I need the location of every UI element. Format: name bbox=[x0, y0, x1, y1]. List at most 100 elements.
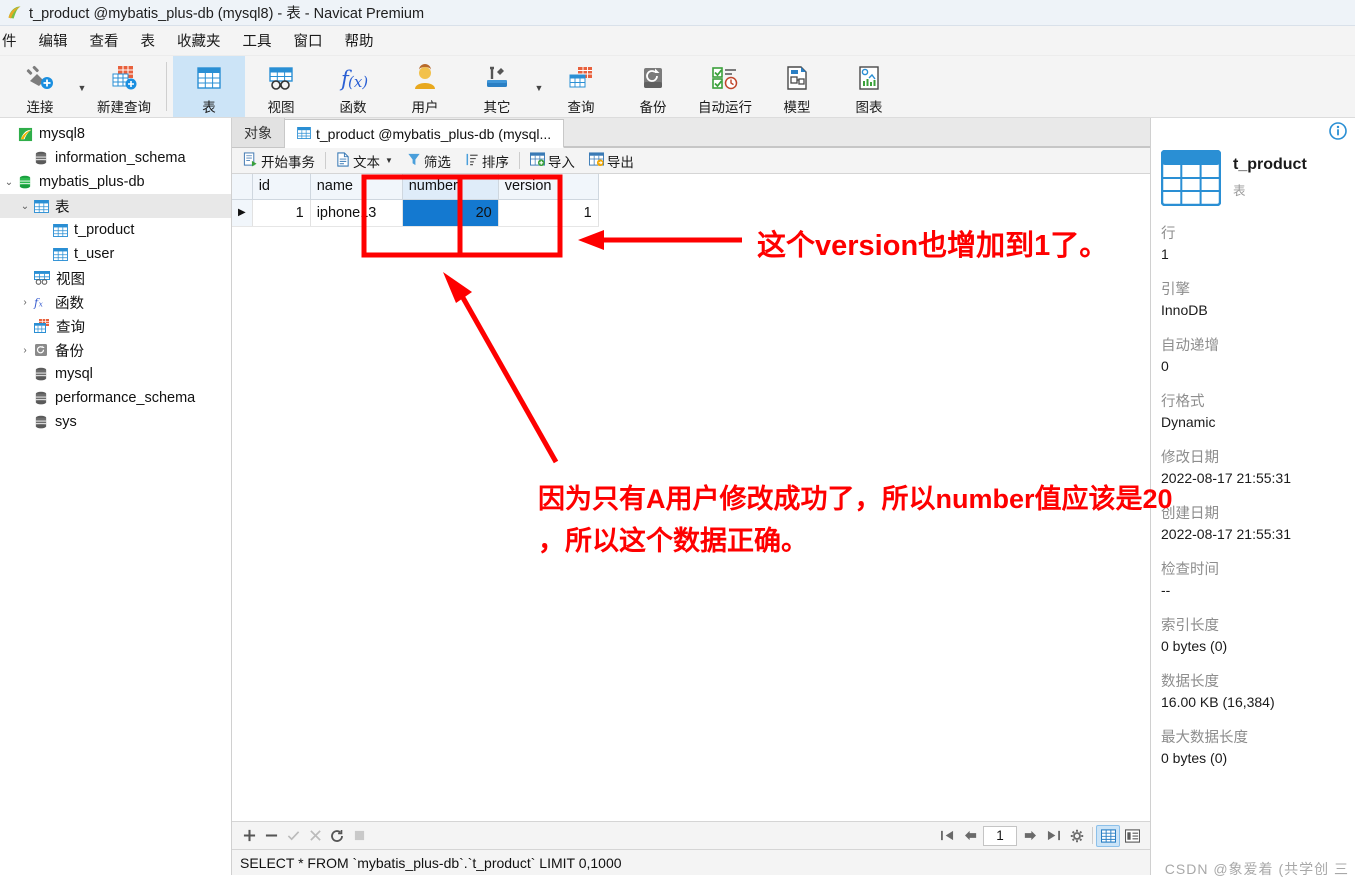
info-field-value: 0 bytes (0) bbox=[1161, 638, 1228, 654]
begin-transaction-icon bbox=[243, 151, 258, 170]
filter-button[interactable]: 筛选 bbox=[400, 149, 458, 173]
data-grid[interactable]: id name number version ▶ 1 iphone13 20 1 bbox=[232, 174, 599, 227]
last-page-icon[interactable] bbox=[1041, 825, 1065, 847]
twisty-expanded-icon[interactable]: ⌄ bbox=[2, 177, 16, 188]
info-circle-icon[interactable] bbox=[1329, 122, 1347, 145]
stop-icon[interactable] bbox=[348, 825, 370, 847]
gear-icon[interactable] bbox=[1065, 825, 1089, 847]
sidebar-item-sys[interactable]: sys bbox=[0, 410, 231, 434]
sidebar-item-t-product[interactable]: t_product bbox=[0, 218, 231, 242]
data-grid-container[interactable]: id name number version ▶ 1 iphone13 20 1 bbox=[232, 174, 1150, 821]
first-page-icon[interactable] bbox=[935, 825, 959, 847]
next-page-icon[interactable] bbox=[1017, 825, 1041, 847]
sidebar-item-label: t_user bbox=[74, 246, 115, 262]
toolbar-button-function[interactable]: f (x) 函数 bbox=[317, 56, 389, 117]
cell-name[interactable]: iphone13 bbox=[310, 199, 403, 227]
toolbar-button-backup[interactable]: 备份 bbox=[617, 56, 689, 117]
cancel-change-icon[interactable] bbox=[304, 825, 326, 847]
tab-t-product[interactable]: t_product @mybatis_plus-db (mysql... bbox=[285, 119, 565, 148]
twisty-expanded-icon[interactable]: ⌄ bbox=[18, 201, 32, 212]
navigation-sidebar[interactable]: mysql8 information_schema ⌄ mybatis_plus… bbox=[0, 118, 232, 875]
cell-id[interactable]: 1 bbox=[252, 199, 311, 227]
export-button[interactable]: 导出 bbox=[582, 149, 641, 173]
toolbar-button-connection[interactable]: 连接 bbox=[4, 56, 76, 117]
sidebar-item-t-user[interactable]: t_user bbox=[0, 242, 231, 266]
toolbar-button-model[interactable]: 模型 bbox=[761, 56, 833, 117]
chevron-down-icon[interactable]: ▼ bbox=[385, 156, 393, 165]
column-header-number[interactable]: number bbox=[402, 174, 499, 200]
sidebar-item-mysql8[interactable]: mysql8 bbox=[0, 122, 231, 146]
menu-item-file[interactable]: 件 bbox=[0, 27, 28, 54]
add-record-icon[interactable] bbox=[238, 825, 260, 847]
others-dropdown-caret[interactable]: ▼ bbox=[533, 83, 545, 117]
menu-item-help[interactable]: 帮助 bbox=[334, 27, 385, 54]
toolbar-button-view[interactable]: 视图 bbox=[245, 56, 317, 117]
sidebar-item-tables-folder[interactable]: ⌄ 表 bbox=[0, 194, 231, 218]
query-icon bbox=[566, 61, 596, 95]
toolbar-button-user[interactable]: 用户 bbox=[389, 56, 461, 117]
menu-item-edit[interactable]: 编辑 bbox=[28, 27, 79, 54]
sidebar-item-mysql[interactable]: mysql bbox=[0, 362, 231, 386]
tab-label: t_product @mybatis_plus-db (mysql... bbox=[316, 125, 552, 142]
toolbar-label: 表 bbox=[202, 100, 216, 115]
text-button[interactable]: 文本 ▼ bbox=[329, 149, 400, 173]
sidebar-item-views-folder[interactable]: 视图 bbox=[0, 266, 231, 290]
info-field-max-data-length: 最大数据长度 0 bytes (0) bbox=[1161, 728, 1355, 768]
sort-icon bbox=[465, 152, 479, 170]
grid-view-icon[interactable] bbox=[1096, 824, 1120, 847]
toolbar-button-others[interactable]: 其它 bbox=[461, 56, 533, 117]
menu-item-favorites[interactable]: 收藏夹 bbox=[166, 27, 232, 54]
sidebar-item-label: 表 bbox=[55, 199, 70, 216]
menu-item-view[interactable]: 查看 bbox=[79, 27, 130, 54]
toolbar-button-automation[interactable]: 自动运行 bbox=[689, 56, 761, 117]
begin-transaction-button[interactable]: 开始事务 bbox=[236, 149, 322, 173]
apply-change-icon[interactable] bbox=[282, 825, 304, 847]
toolbar-button-new-query[interactable]: 新建查询 bbox=[88, 56, 160, 117]
menu-item-window[interactable]: 窗口 bbox=[283, 27, 334, 54]
sidebar-item-performance-schema[interactable]: performance_schema bbox=[0, 386, 231, 410]
column-header-name[interactable]: name bbox=[310, 174, 403, 200]
function-icon: f (x) bbox=[336, 61, 370, 95]
refresh-icon[interactable] bbox=[326, 825, 348, 847]
database-icon bbox=[32, 150, 50, 166]
import-button[interactable]: 导入 bbox=[523, 149, 582, 173]
sidebar-item-label: 查询 bbox=[56, 319, 85, 336]
menu-item-table[interactable]: 表 bbox=[130, 27, 167, 54]
cell-number[interactable]: 20 bbox=[402, 199, 499, 227]
database-icon bbox=[32, 366, 50, 382]
delete-record-icon[interactable] bbox=[260, 825, 282, 847]
toolbar-button-table[interactable]: 表 bbox=[173, 56, 245, 117]
column-header-version[interactable]: version bbox=[498, 174, 599, 200]
function-folder-icon: fx bbox=[32, 294, 50, 310]
sidebar-item-label: t_product bbox=[74, 222, 135, 238]
toolbar-button-chart[interactable]: 图表 bbox=[833, 56, 905, 117]
tab-objects[interactable]: 对象 bbox=[232, 118, 285, 147]
sidebar-item-mybatis-plus-db[interactable]: ⌄ mybatis_plus-db bbox=[0, 170, 231, 194]
twisty-collapsed-icon[interactable]: › bbox=[18, 297, 32, 308]
form-view-icon[interactable] bbox=[1120, 825, 1144, 847]
backup-icon bbox=[638, 61, 668, 95]
cell-version[interactable]: 1 bbox=[498, 199, 599, 227]
page-number-input[interactable] bbox=[983, 825, 1017, 846]
sidebar-item-functions-folder[interactable]: › fx 函数 bbox=[0, 290, 231, 314]
sidebar-item-queries-folder[interactable]: 查询 bbox=[0, 314, 231, 338]
tab-label: 对象 bbox=[244, 124, 272, 141]
menu-bar: 件 编辑 查看 表 收藏夹 工具 窗口 帮助 bbox=[0, 26, 1355, 56]
user-icon bbox=[410, 61, 440, 95]
toolbar-label: 连接 bbox=[26, 100, 54, 115]
prev-page-icon[interactable] bbox=[959, 825, 983, 847]
grid-header-row: id name number version bbox=[232, 174, 599, 200]
table-icon bbox=[194, 61, 224, 95]
info-field-value: 0 bytes (0) bbox=[1161, 750, 1228, 766]
sidebar-item-information-schema[interactable]: information_schema bbox=[0, 146, 231, 170]
column-header-id[interactable]: id bbox=[252, 174, 311, 200]
table-row[interactable]: ▶ 1 iphone13 20 1 bbox=[232, 199, 599, 227]
menu-item-tools[interactable]: 工具 bbox=[232, 27, 283, 54]
sidebar-item-label: sys bbox=[55, 414, 77, 430]
toolbar-button-query[interactable]: 查询 bbox=[545, 56, 617, 117]
twisty-collapsed-icon[interactable]: › bbox=[18, 345, 32, 356]
csdn-watermark: CSDN @象爱着 (共学创 三 bbox=[1164, 861, 1349, 877]
connection-dropdown-caret[interactable]: ▼ bbox=[76, 83, 88, 117]
sort-button[interactable]: 排序 bbox=[458, 149, 516, 173]
sidebar-item-backups-folder[interactable]: › 备份 bbox=[0, 338, 231, 362]
